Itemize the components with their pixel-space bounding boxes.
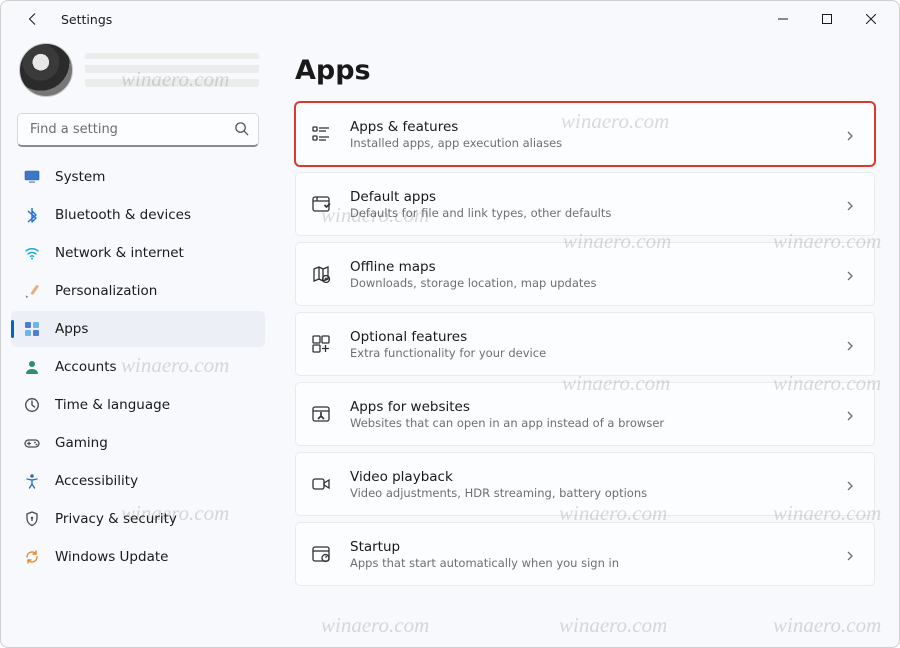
startup-icon	[310, 543, 332, 565]
card-optional-features[interactable]: Optional featuresExtra functionality for…	[295, 312, 875, 376]
card-video-playback[interactable]: Video playbackVideo adjustments, HDR str…	[295, 452, 875, 516]
sidebar-item-label: Network & internet	[55, 245, 184, 261]
sidebar-item-gaming[interactable]: Gaming	[11, 425, 265, 461]
search-icon	[234, 121, 249, 140]
sidebar-item-label: Privacy & security	[55, 511, 177, 527]
apps-icon	[23, 320, 41, 338]
privacy-icon	[23, 510, 41, 528]
search-input[interactable]	[17, 113, 259, 147]
search-container	[17, 113, 259, 147]
card-text: StartupApps that start automatically whe…	[350, 539, 826, 570]
apps-websites-icon	[310, 403, 332, 425]
card-apps-features[interactable]: Apps & featuresInstalled apps, app execu…	[295, 102, 875, 166]
sidebar-item-label: Personalization	[55, 283, 157, 299]
sidebar-item-label: Apps	[55, 321, 88, 337]
sidebar-item-label: Windows Update	[55, 549, 168, 565]
main-content: Apps Apps & featuresInstalled apps, app …	[273, 37, 899, 647]
sidebar-item-accounts[interactable]: Accounts	[11, 349, 265, 385]
card-title: Video playback	[350, 469, 826, 485]
sidebar-item-label: Bluetooth & devices	[55, 207, 191, 223]
gaming-icon	[23, 434, 41, 452]
card-subtitle: Extra functionality for your device	[350, 346, 826, 360]
sidebar-item-label: System	[55, 169, 105, 185]
nav-list: System Bluetooth & devices Network & inter…	[11, 159, 265, 575]
card-subtitle: Installed apps, app execution aliases	[350, 136, 826, 150]
card-title: Default apps	[350, 189, 826, 205]
card-title: Apps & features	[350, 119, 826, 135]
accounts-icon	[23, 358, 41, 376]
sidebar-item-privacy[interactable]: Privacy & security	[11, 501, 265, 537]
card-subtitle: Downloads, storage location, map updates	[350, 276, 826, 290]
settings-cards: Apps & featuresInstalled apps, app execu…	[295, 102, 875, 586]
sidebar-item-label: Gaming	[55, 435, 108, 451]
sidebar-item-label: Accessibility	[55, 473, 138, 489]
card-default-apps[interactable]: Default appsDefaults for file and link t…	[295, 172, 875, 236]
chevron-right-icon	[844, 127, 858, 141]
sidebar-item-label: Accounts	[55, 359, 117, 375]
card-text: Apps & featuresInstalled apps, app execu…	[350, 119, 826, 150]
card-subtitle: Video adjustments, HDR streaming, batter…	[350, 486, 826, 500]
sidebar: System Bluetooth & devices Network & inter…	[1, 37, 273, 647]
user-info-redacted	[85, 53, 259, 87]
sidebar-item-label: Time & language	[55, 397, 170, 413]
chevron-right-icon	[844, 477, 858, 491]
video-playback-icon	[310, 473, 332, 495]
window-controls	[761, 3, 893, 35]
card-text: Optional featuresExtra functionality for…	[350, 329, 826, 360]
card-title: Apps for websites	[350, 399, 826, 415]
optional-features-icon	[310, 333, 332, 355]
sidebar-item-update[interactable]: Windows Update	[11, 539, 265, 575]
card-subtitle: Apps that start automatically when you s…	[350, 556, 826, 570]
system-icon	[23, 168, 41, 186]
titlebar: Settings	[1, 1, 899, 37]
chevron-right-icon	[844, 267, 858, 281]
card-title: Startup	[350, 539, 826, 555]
card-title: Offline maps	[350, 259, 826, 275]
window-title: Settings	[61, 12, 112, 27]
time-icon	[23, 396, 41, 414]
bluetooth-icon	[23, 206, 41, 224]
card-text: Video playbackVideo adjustments, HDR str…	[350, 469, 826, 500]
sidebar-item-personalization[interactable]: Personalization	[11, 273, 265, 309]
minimize-button[interactable]	[761, 3, 805, 35]
maximize-button[interactable]	[805, 3, 849, 35]
card-subtitle: Websites that can open in an app instead…	[350, 416, 826, 430]
chevron-right-icon	[844, 337, 858, 351]
sidebar-item-network[interactable]: Network & internet	[11, 235, 265, 271]
card-title: Optional features	[350, 329, 826, 345]
card-text: Apps for websitesWebsites that can open …	[350, 399, 826, 430]
sidebar-item-bluetooth[interactable]: Bluetooth & devices	[11, 197, 265, 233]
default-apps-icon	[310, 193, 332, 215]
back-button[interactable]	[17, 3, 49, 35]
apps-features-icon	[310, 123, 332, 145]
settings-window: Settings System Bluetooth & devices Networ…	[0, 0, 900, 648]
sidebar-item-accessibility[interactable]: Accessibility	[11, 463, 265, 499]
sidebar-item-apps[interactable]: Apps	[11, 311, 265, 347]
card-subtitle: Defaults for file and link types, other …	[350, 206, 826, 220]
sidebar-item-system[interactable]: System	[11, 159, 265, 195]
card-text: Offline mapsDownloads, storage location,…	[350, 259, 826, 290]
offline-maps-icon	[310, 263, 332, 285]
accessibility-icon	[23, 472, 41, 490]
card-text: Default appsDefaults for file and link t…	[350, 189, 826, 220]
card-offline-maps[interactable]: Offline mapsDownloads, storage location,…	[295, 242, 875, 306]
user-profile[interactable]	[11, 41, 265, 105]
card-apps-websites[interactable]: Apps for websitesWebsites that can open …	[295, 382, 875, 446]
window-body: System Bluetooth & devices Network & inter…	[1, 37, 899, 647]
close-button[interactable]	[849, 3, 893, 35]
sidebar-item-time[interactable]: Time & language	[11, 387, 265, 423]
personalization-icon	[23, 282, 41, 300]
chevron-right-icon	[844, 197, 858, 211]
chevron-right-icon	[844, 547, 858, 561]
card-startup[interactable]: StartupApps that start automatically whe…	[295, 522, 875, 586]
chevron-right-icon	[844, 407, 858, 421]
page-title: Apps	[295, 55, 875, 86]
network-icon	[23, 244, 41, 262]
avatar	[19, 43, 73, 97]
update-icon	[23, 548, 41, 566]
